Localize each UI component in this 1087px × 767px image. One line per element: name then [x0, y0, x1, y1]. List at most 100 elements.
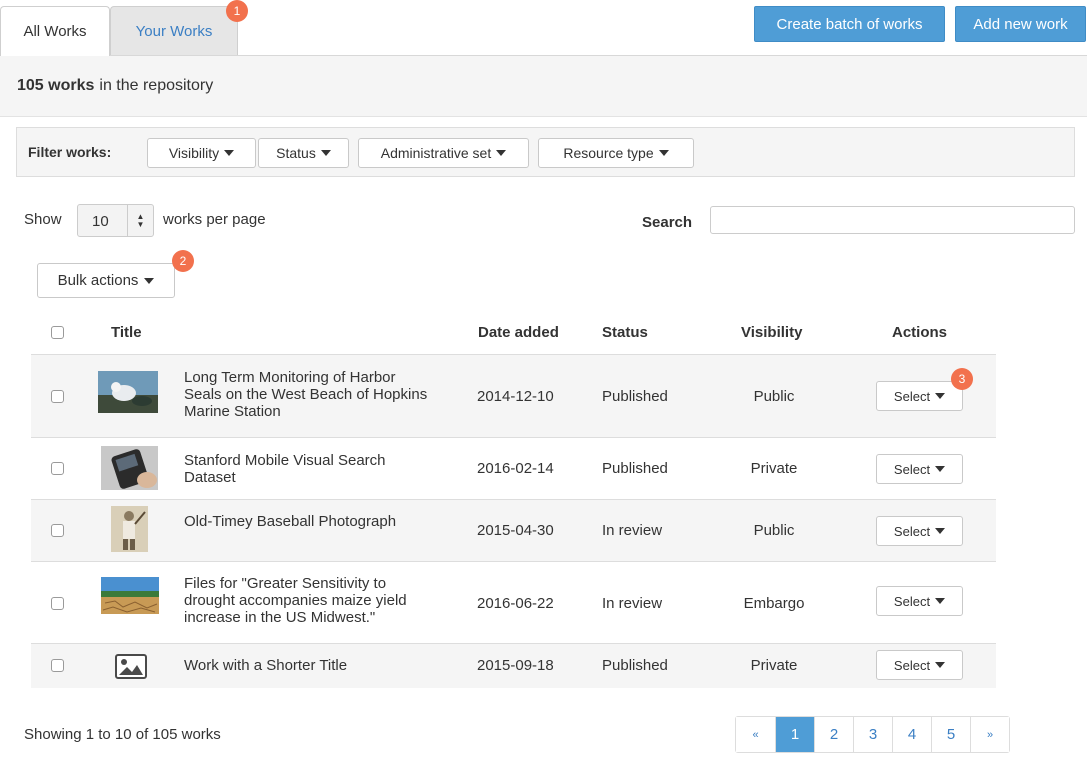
row-visibility: Private [750, 460, 798, 477]
resource-type-filter-label: Resource type [563, 145, 654, 161]
works-summary: 105 works in the repository [0, 55, 1087, 117]
drought-thumbnail[interactable] [101, 577, 159, 614]
resource-type-filter-button[interactable]: Resource type [538, 138, 694, 168]
caret-down-icon [935, 662, 946, 668]
pagination-page[interactable]: 5 [931, 717, 970, 752]
admin-set-filter-button[interactable]: Administrative set [358, 138, 529, 168]
table-row: Long Term Monitoring of Harbor Seals on t… [31, 354, 996, 437]
row-status: Published [602, 460, 668, 477]
caret-down-icon [935, 598, 946, 604]
baseball-thumbnail[interactable] [111, 506, 148, 552]
select-label: Select [893, 657, 931, 673]
row-title[interactable]: Long Term Monitoring of Harbor Seals on t… [184, 369, 427, 420]
row-select-button[interactable]: Select [876, 381, 963, 411]
visibility-filter-button[interactable]: Visibility [147, 138, 256, 168]
column-date-added[interactable]: Date added [478, 324, 559, 341]
tab-all-works-label: All Works [23, 23, 87, 40]
row-date: 2016-02-14 [477, 460, 554, 477]
show-label: Show [24, 211, 62, 228]
add-new-work-button[interactable]: Add new work [955, 6, 1086, 42]
caret-down-icon [935, 393, 946, 399]
row-date: 2014-12-10 [477, 388, 554, 405]
bulk-actions-button[interactable]: Bulk actions [37, 263, 175, 298]
column-status[interactable]: Status [602, 324, 648, 341]
bulk-badge: 2 [172, 250, 194, 272]
works-summary-suffix: in the repository [99, 77, 214, 94]
row-select-button[interactable]: Select [876, 516, 963, 546]
search-input[interactable] [710, 206, 1075, 234]
caret-down-icon [320, 150, 331, 156]
row-select-button[interactable]: Select [876, 454, 963, 484]
table-row: Old-Timey Baseball Photograph 2015-04-30… [31, 499, 996, 561]
pagination-prev[interactable]: « [736, 717, 775, 752]
per-page-suffix: works per page [163, 211, 266, 228]
tab-your-works[interactable]: Your Works [110, 6, 238, 55]
status-filter-button[interactable]: Status [258, 138, 349, 168]
row-visibility: Embargo [743, 595, 805, 612]
row-checkbox[interactable] [51, 597, 64, 610]
filter-bar: Filter works: Visibility Status Administ… [16, 127, 1075, 177]
row-select-button[interactable]: Select [876, 586, 963, 616]
per-page-value: 10 [92, 213, 109, 230]
row-visibility: Private [750, 657, 798, 674]
status-filter-label: Status [276, 145, 316, 161]
image-placeholder-icon[interactable] [115, 654, 147, 679]
create-batch-button[interactable]: Create batch of works [754, 6, 945, 42]
pagination-page[interactable]: 4 [892, 717, 931, 752]
filter-label: Filter works: [28, 144, 112, 160]
row-date: 2016-06-22 [477, 595, 554, 612]
search-label: Search [642, 214, 693, 231]
select-label: Select [893, 388, 931, 404]
row-title[interactable]: Old-Timey Baseball Photograph [184, 513, 396, 530]
table-row: Work with a Shorter Title 2015-09-18 Pub… [31, 643, 996, 688]
visibility-filter-label: Visibility [168, 145, 220, 161]
row-status: Published [602, 388, 668, 405]
caret-down-icon [496, 150, 507, 156]
caret-down-icon [144, 277, 155, 284]
caret-down-icon [935, 466, 946, 472]
row-status: In review [602, 595, 663, 612]
table-row: Stanford Mobile Visual Search Dataset 201… [31, 437, 996, 499]
select-label: Select [893, 461, 931, 477]
row-date: 2015-04-30 [477, 522, 554, 539]
caret-down-icon [658, 150, 669, 156]
row-visibility: Public [753, 522, 795, 539]
row-checkbox[interactable] [51, 390, 64, 403]
row-badge: 3 [951, 368, 973, 390]
caret-down-icon [224, 150, 235, 156]
works-count: 105 works [17, 77, 95, 94]
caret-down-icon [935, 528, 946, 534]
row-title[interactable]: Stanford Mobile Visual Search Dataset [184, 452, 386, 486]
row-status: In review [602, 522, 663, 539]
row-visibility: Public [753, 388, 795, 405]
column-actions: Actions [892, 324, 948, 341]
pagination-page[interactable]: 1 [775, 717, 814, 752]
row-checkbox[interactable] [51, 524, 64, 537]
row-title[interactable]: Work with a Shorter Title [184, 657, 347, 674]
pagination: « 1 2 3 4 5 » [735, 716, 1010, 753]
select-label: Select [893, 593, 931, 609]
pagination-next[interactable]: » [970, 717, 1009, 752]
tab-your-works-label: Your Works [135, 22, 213, 40]
showing-count: Showing 1 to 10 of 105 works [24, 726, 221, 743]
phone-thumbnail[interactable] [101, 446, 158, 490]
pagination-page[interactable]: 3 [853, 717, 892, 752]
table-row: Files for "Greater Sensitivity to drought… [31, 561, 996, 643]
row-title[interactable]: Files for "Greater Sensitivity to drought… [184, 575, 407, 626]
select-arrows-icon: ▲ ▼ [127, 205, 153, 236]
seal-thumbnail[interactable] [98, 371, 158, 413]
row-date: 2015-09-18 [477, 657, 554, 674]
per-page-select[interactable]: 10 ▲ ▼ [77, 204, 154, 237]
row-select-button[interactable]: Select [876, 650, 963, 680]
row-status: Published [602, 657, 668, 674]
row-checkbox[interactable] [51, 659, 64, 672]
admin-set-filter-label: Administrative set [380, 145, 492, 161]
select-all-checkbox[interactable] [51, 326, 64, 339]
pagination-page[interactable]: 2 [814, 717, 853, 752]
column-visibility[interactable]: Visibility [741, 324, 802, 341]
tab-badge: 1 [226, 0, 248, 22]
tab-all-works[interactable]: All Works [0, 6, 110, 56]
select-label: Select [893, 523, 931, 539]
column-title[interactable]: Title [111, 324, 142, 341]
row-checkbox[interactable] [51, 462, 64, 475]
